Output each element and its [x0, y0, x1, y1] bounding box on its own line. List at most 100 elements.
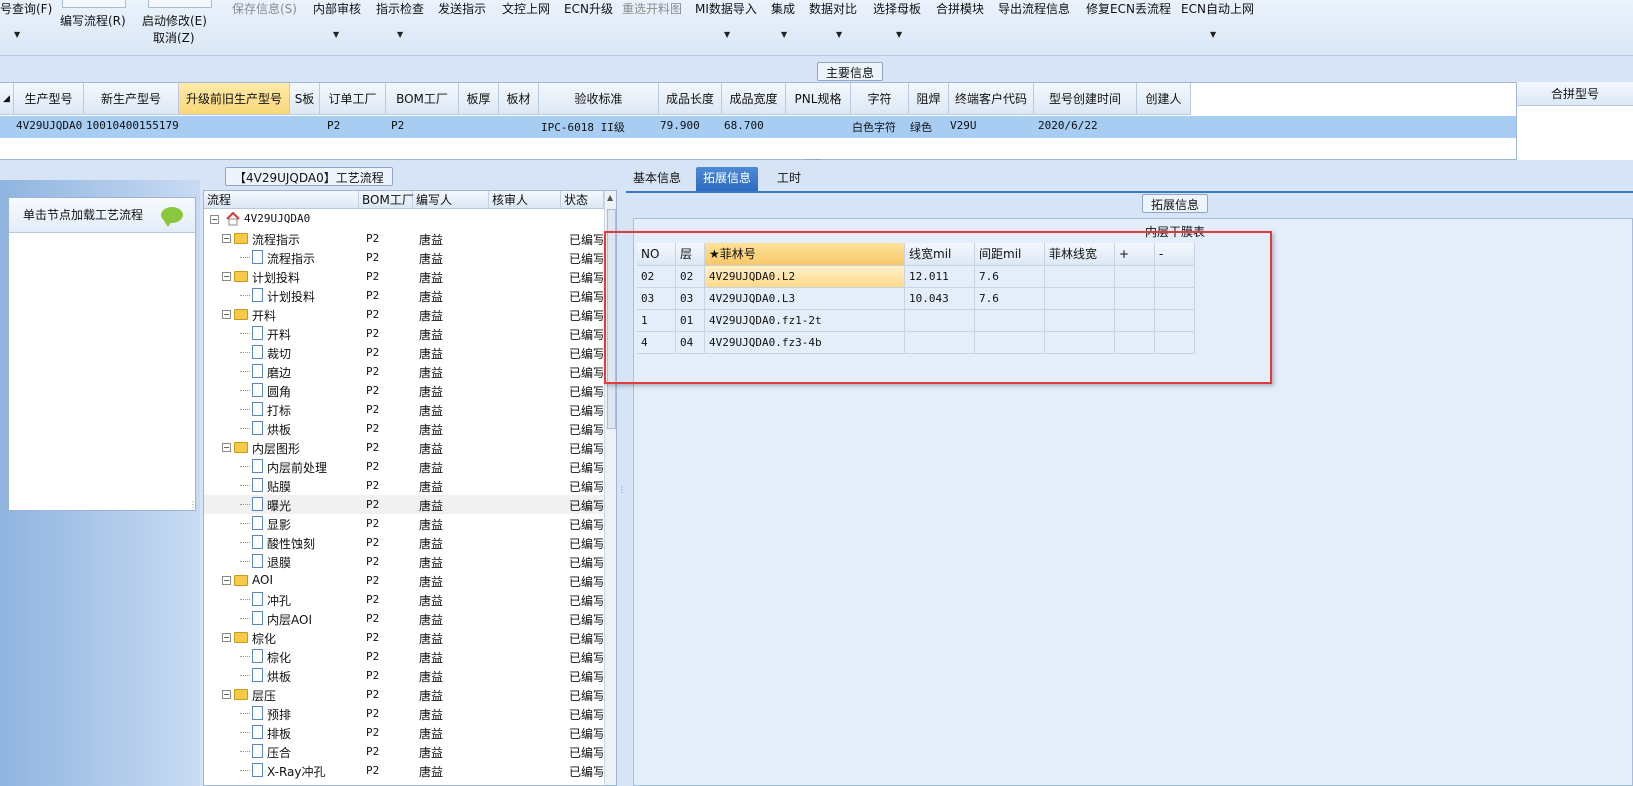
write-flow-button[interactable]: 编写流程(R): [60, 12, 126, 29]
collapse-icon[interactable]: −: [222, 633, 231, 642]
grid-cell[interactable]: [1115, 266, 1155, 288]
collapse-icon[interactable]: −: [210, 215, 219, 224]
tree-row[interactable]: 酸性蚀刻 P2 唐益 已编写: [204, 533, 604, 552]
mi-import-button[interactable]: MI数据导入: [695, 0, 757, 17]
grid-cell[interactable]: 01: [676, 310, 705, 332]
ecn-upgrade-button[interactable]: ECN升级: [564, 0, 613, 17]
start-modify-button[interactable]: 启动修改(E): [142, 12, 207, 29]
col-header-thickness[interactable]: 板厚: [459, 83, 499, 115]
tree-row[interactable]: − 内层图形 P2 唐益 已编写: [204, 438, 604, 457]
grid-cell[interactable]: 4V29UJQDA0.L3: [705, 288, 905, 310]
col-header-solder[interactable]: 阻焊: [909, 83, 949, 115]
tree-row[interactable]: 退膜 P2 唐益 已编写: [204, 552, 604, 571]
col-header-flow[interactable]: 流程: [204, 191, 359, 209]
grid-cell[interactable]: [1045, 266, 1115, 288]
collapse-icon[interactable]: −: [222, 310, 231, 319]
tree-row[interactable]: 内层AOI P2 唐益 已编写: [204, 609, 604, 628]
chevron-down-icon[interactable]: ▼: [836, 30, 842, 39]
tree-row[interactable]: − 棕化 P2 唐益 已编写: [204, 628, 604, 647]
tree-row[interactable]: 磨边 P2 唐益 已编写: [204, 362, 604, 381]
tree-root-row[interactable]: − 4V29UJQDA0: [204, 210, 604, 229]
col-header-s-board[interactable]: S板: [290, 83, 320, 115]
col-header-customer[interactable]: 终端客户代码: [949, 83, 1034, 115]
col-header-creator[interactable]: 创建人: [1137, 83, 1191, 115]
col-header-line-width[interactable]: 线宽mil: [905, 243, 975, 266]
reselect-button[interactable]: 重选开料图: [622, 0, 682, 17]
collapse-icon[interactable]: −: [222, 234, 231, 243]
col-header-prod-model[interactable]: 生产型号: [14, 83, 84, 115]
grid-cell[interactable]: 4: [637, 332, 676, 354]
col-header-no[interactable]: NO: [637, 243, 676, 266]
col-header-char[interactable]: 字符: [851, 83, 909, 115]
grid-cell[interactable]: [1045, 288, 1115, 310]
col-header-status[interactable]: 状态: [561, 191, 604, 209]
col-header-plus[interactable]: +: [1115, 243, 1155, 266]
col-header-film-line-width[interactable]: 菲林线宽: [1045, 243, 1115, 266]
grid-cell[interactable]: 02: [676, 266, 705, 288]
send-instruction-button[interactable]: 发送指示: [438, 0, 486, 17]
tree-row[interactable]: 打标 P2 唐益 已编写: [204, 400, 604, 419]
cancel-button[interactable]: 取消(Z): [153, 29, 195, 46]
chevron-down-icon[interactable]: ▼: [333, 30, 339, 39]
grid-cell[interactable]: 12.011: [905, 266, 975, 288]
export-flow-button[interactable]: 导出流程信息: [998, 0, 1070, 17]
grid-cell[interactable]: 4V29UJQDA0.L2: [705, 266, 905, 288]
flow-vertical-scrollbar[interactable]: ▲: [604, 191, 616, 785]
col-header-minus[interactable]: -: [1155, 243, 1195, 266]
chevron-down-icon[interactable]: ▼: [724, 30, 730, 39]
grid-cell[interactable]: [1155, 266, 1195, 288]
col-header-layer[interactable]: 层: [676, 243, 705, 266]
instruction-check-button[interactable]: 指示检查: [376, 0, 424, 17]
tree-row[interactable]: 流程指示 P2 唐益 已编写: [204, 248, 604, 267]
tree-row[interactable]: 开料 P2 唐益 已编写: [204, 324, 604, 343]
internal-review-button[interactable]: 内部审核: [313, 0, 361, 17]
doc-upload-button[interactable]: 文控上网: [502, 0, 550, 17]
tree-row[interactable]: 曝光 P2 唐益 已编写: [204, 495, 604, 514]
collapse-icon[interactable]: −: [222, 272, 231, 281]
chevron-down-icon[interactable]: ▼: [781, 30, 787, 39]
integrate-button[interactable]: 集成: [771, 0, 795, 17]
tree-row[interactable]: − 开料 P2 唐益 已编写: [204, 305, 604, 324]
col-header-reviewer[interactable]: 核审人: [489, 191, 561, 209]
grid-cell[interactable]: [905, 310, 975, 332]
col-header-bom-factory[interactable]: BOM工厂: [386, 83, 459, 115]
tree-row[interactable]: 预排 P2 唐益 已编写: [204, 704, 604, 723]
tree-row[interactable]: 烘板 P2 唐益 已编写: [204, 419, 604, 438]
grid-cell[interactable]: 4V29UJQDA0.fz1-2t: [705, 310, 905, 332]
select-motherboard-button[interactable]: 选择母板: [873, 0, 921, 17]
merge-model-header[interactable]: 合拼型号: [1517, 82, 1633, 106]
chevron-down-icon[interactable]: ▼: [397, 30, 403, 39]
scrollbar-thumb[interactable]: [607, 209, 616, 429]
col-header-writer[interactable]: 编写人: [413, 191, 489, 209]
tree-row[interactable]: X-Ray冲孔 P2 唐益 已编写: [204, 761, 604, 780]
col-header-width[interactable]: 成品宽度: [722, 83, 786, 115]
grid-cell[interactable]: 4V29UJQDA0.fz3-4b: [705, 332, 905, 354]
col-header-created[interactable]: 型号创建时间: [1034, 83, 1137, 115]
col-header-new-prod-model[interactable]: 新生产型号: [84, 83, 179, 115]
tree-row[interactable]: 显影 P2 唐益 已编写: [204, 514, 604, 533]
col-header-pnl-spec[interactable]: PNL规格: [786, 83, 851, 115]
vertical-splitter[interactable]: ⋮: [617, 165, 626, 786]
collapse-icon[interactable]: −: [222, 443, 231, 452]
grid-cell[interactable]: 7.6: [975, 288, 1045, 310]
col-header-film-no[interactable]: ★菲林号: [705, 243, 905, 266]
grid-cell[interactable]: [1155, 288, 1195, 310]
col-header-length[interactable]: 成品长度: [659, 83, 722, 115]
tree-row[interactable]: 排板 P2 唐益 已编写: [204, 723, 604, 742]
collapse-icon[interactable]: −: [222, 690, 231, 699]
grid-cell[interactable]: 03: [676, 288, 705, 310]
query-button[interactable]: 号查询(F): [0, 0, 52, 17]
tree-row[interactable]: 烘板 P2 唐益 已编写: [204, 666, 604, 685]
col-header-standard[interactable]: 验收标准: [539, 83, 659, 115]
grid-cell[interactable]: [1155, 332, 1195, 354]
grid-cell[interactable]: [1045, 332, 1115, 354]
col-header-material[interactable]: 板材: [499, 83, 539, 115]
grid-cell[interactable]: [975, 332, 1045, 354]
save-button[interactable]: 保存信息(S): [232, 0, 297, 17]
tree-row[interactable]: 棕化 P2 唐益 已编写: [204, 647, 604, 666]
ecn-auto-button[interactable]: ECN自动上网: [1181, 0, 1254, 17]
grid-cell[interactable]: [1115, 288, 1155, 310]
tree-row[interactable]: − 计划投料 P2 唐益 已编写: [204, 267, 604, 286]
grid-cell[interactable]: [975, 310, 1045, 332]
tree-row[interactable]: 裁切 P2 唐益 已编写: [204, 343, 604, 362]
